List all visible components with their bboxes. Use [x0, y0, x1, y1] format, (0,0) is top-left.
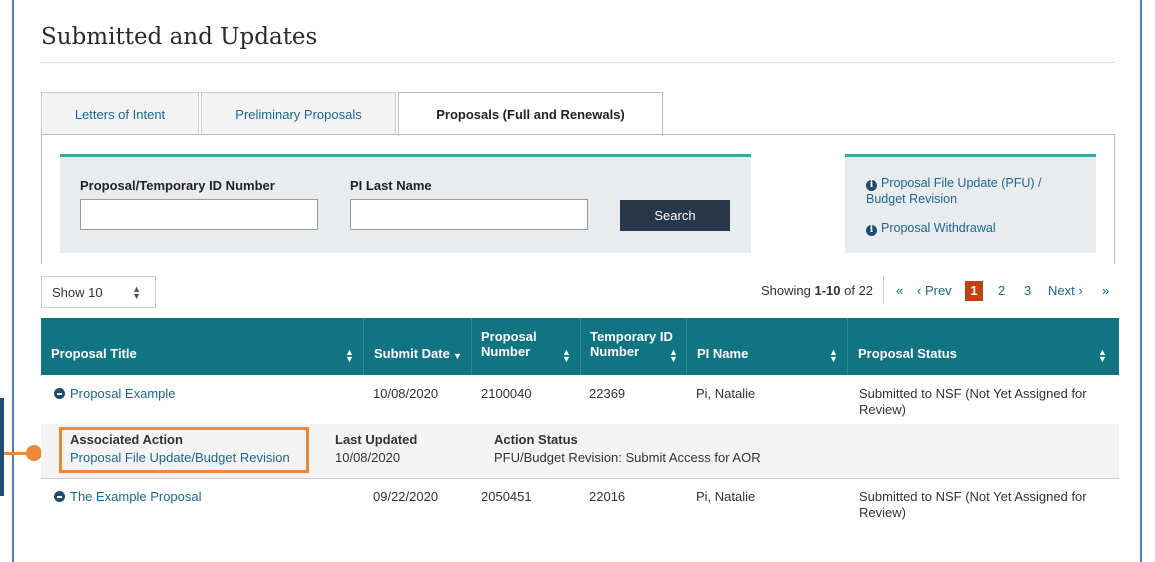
tab-bar: Letters of Intent Preliminary Proposals … [41, 92, 665, 136]
proposal-status: Submitted to NSF (Not Yet Assigned for R… [859, 489, 1087, 520]
page-size-value: Show 10 [52, 284, 103, 300]
callout-dot [26, 445, 42, 461]
pager-divider [883, 276, 884, 304]
submit-date: 09/22/2020 [373, 489, 439, 504]
page-2-link[interactable]: 2 [998, 283, 1005, 298]
proposal-status: Submitted to NSF (Not Yet Assigned for R… [859, 386, 1087, 417]
temporary-id: 22016 [589, 489, 626, 504]
title-divider [41, 62, 1115, 63]
proposal-number: 2050451 [481, 489, 532, 504]
prev-page-link[interactable]: ‹ Prev [917, 283, 952, 298]
proposal-id-label: Proposal/Temporary ID Number [80, 178, 275, 193]
col-divider [686, 318, 687, 375]
action-status-label: Action Status [494, 432, 578, 447]
col-divider [471, 318, 472, 375]
collapse-minus-icon[interactable] [54, 388, 65, 399]
proposal-withdrawal-link[interactable]: i Proposal Withdrawal [866, 220, 996, 236]
page-title: Submitted and Updates [41, 24, 318, 50]
col-temporary-id[interactable]: Temporary ID Number [590, 329, 673, 359]
pi-last-name-input[interactable] [350, 199, 588, 230]
sort-icon[interactable]: ▲ ▼ [829, 348, 838, 364]
col-submit-date[interactable]: Submit Date [374, 346, 450, 361]
page-size-select[interactable]: Show 10 ▲ ▼ [41, 276, 156, 308]
collapse-minus-icon[interactable] [54, 491, 65, 502]
pi-name: Pi, Natalie [696, 489, 756, 504]
col-proposal-number[interactable]: Proposal Number [481, 329, 537, 359]
pi-last-name-label: PI Last Name [350, 178, 432, 193]
table-header: Proposal Title ▲ ▼ Submit Date ▼ Proposal… [41, 318, 1119, 375]
page-3-link[interactable]: 3 [1024, 283, 1031, 298]
sort-icon[interactable]: ▲ ▼ [669, 348, 678, 364]
tab-preliminary-proposals[interactable]: Preliminary Proposals [201, 92, 396, 135]
tab-letters-of-intent[interactable]: Letters of Intent [41, 92, 199, 135]
sort-icon[interactable]: ▲ ▼ [345, 348, 354, 364]
left-accent-bar [0, 398, 4, 496]
action-status-value: PFU/Budget Revision: Submit Access for A… [494, 450, 761, 465]
proposal-title-link[interactable]: Proposal Example [70, 386, 176, 402]
col-pi-name[interactable]: PI Name [697, 346, 748, 361]
col-proposal-status[interactable]: Proposal Status [858, 346, 957, 361]
info-icon: i [866, 180, 877, 191]
info-icon: i [866, 225, 877, 236]
sort-icon[interactable]: ▲ ▼ [1098, 348, 1107, 364]
submit-date: 10/08/2020 [373, 386, 439, 401]
temporary-id: 22369 [589, 386, 626, 401]
last-updated-label: Last Updated [335, 432, 418, 447]
col-divider [580, 318, 581, 375]
pi-name: Pi, Natalie [696, 386, 756, 401]
proposal-number: 2100040 [481, 386, 532, 401]
showing-count: Showing 1-10 of 22 [761, 283, 874, 298]
col-proposal-title[interactable]: Proposal Title [51, 346, 137, 361]
next-page-link[interactable]: Next › [1048, 283, 1083, 298]
sort-icon[interactable]: ▲ ▼ [562, 348, 571, 364]
table-row: Proposal Example 10/08/2020 2100040 2236… [41, 376, 1119, 424]
proposal-title-link[interactable]: The Example Proposal [70, 489, 202, 505]
page-1-link[interactable]: 1 [965, 281, 983, 301]
sort-desc-icon[interactable]: ▼ [453, 352, 462, 361]
tab-proposals-full-renewals[interactable]: Proposals (Full and Renewals) [398, 92, 663, 136]
proposal-id-input[interactable] [80, 199, 318, 230]
col-divider [847, 318, 848, 375]
first-page-link[interactable]: « [896, 283, 903, 298]
search-button[interactable]: Search [620, 200, 730, 231]
highlight-box [59, 427, 309, 473]
table-row: The Example Proposal 09/22/2020 2050451 … [41, 480, 1119, 528]
sort-updown-icon: ▲ ▼ [132, 284, 141, 301]
col-divider [363, 318, 364, 375]
pfu-budget-revision-link[interactable]: i Proposal File Update (PFU) / Budget Rev… [866, 175, 1081, 207]
last-updated-value: 10/08/2020 [335, 450, 401, 465]
last-page-link[interactable]: » [1102, 283, 1109, 298]
